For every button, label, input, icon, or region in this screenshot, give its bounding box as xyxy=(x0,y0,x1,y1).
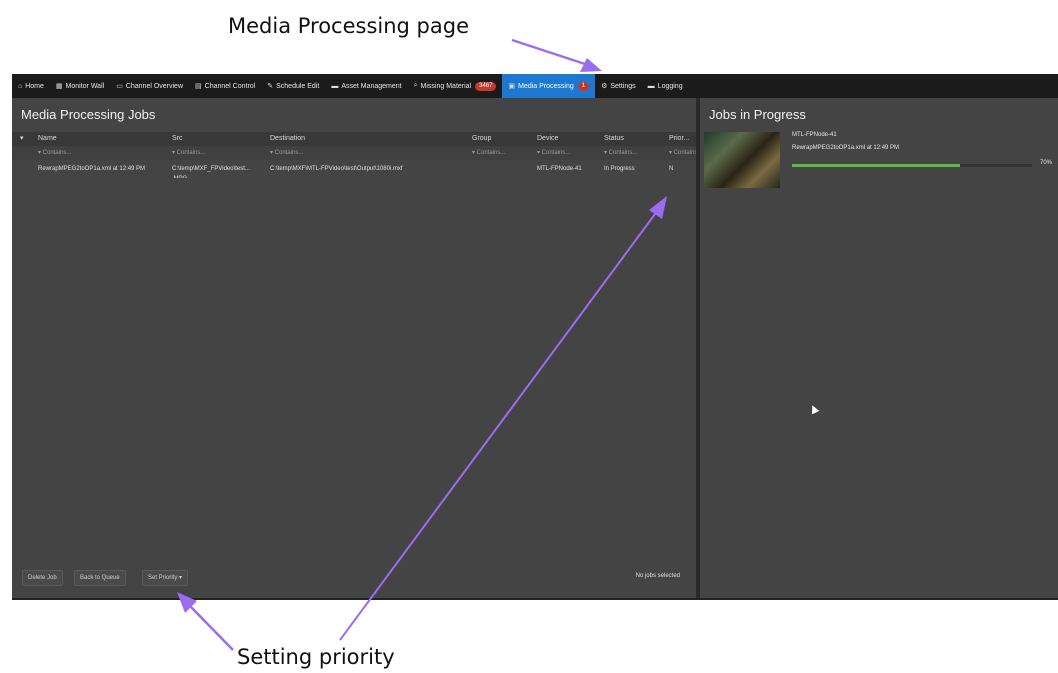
progress-bar-fill xyxy=(792,164,960,167)
callout-setting-priority: Setting priority xyxy=(237,645,395,669)
selection-status-text: No jobs selected xyxy=(635,573,680,579)
nav-item-schedule-edit[interactable]: ✎ Schedule Edit xyxy=(261,74,325,98)
progress-bar xyxy=(792,164,1032,167)
column-header-group[interactable]: Group xyxy=(472,132,491,146)
column-header-destination[interactable]: Destination xyxy=(270,132,305,146)
column-header-device[interactable]: Device xyxy=(537,132,558,146)
arrowhead-media-processing-tab xyxy=(580,58,602,72)
table-row[interactable]: RewrapMPEG2toOP1a.xml at 12:49 PM C:\tem… xyxy=(12,164,696,190)
mouse-cursor-icon xyxy=(808,403,820,415)
table-header: ▾ Name Src Destination Group Device Stat… xyxy=(12,132,696,146)
job-name-label: RewrapMPEG2toOP1a.xml at 12:49 PM xyxy=(792,145,900,151)
media-processing-jobs-panel: Media Processing Jobs ▾ Name Src Destina… xyxy=(12,98,696,598)
column-header-name[interactable]: Name xyxy=(38,132,57,146)
row-name-cell: RewrapMPEG2toOP1a.xml at 12:49 PM xyxy=(38,166,146,172)
row-status-cell: In Progress xyxy=(604,166,635,172)
nav-item-label: Logging xyxy=(657,82,683,90)
progress-percent-label: 70% xyxy=(1040,160,1053,166)
filter-src-input[interactable]: ▾ Contains... xyxy=(172,146,205,160)
nav-item-label: Missing Material xyxy=(420,82,472,90)
panel-title-in-progress: Jobs in Progress xyxy=(709,107,806,122)
column-header-priority[interactable]: Prior... xyxy=(669,132,689,146)
arrow-to-media-processing-tab xyxy=(511,38,589,67)
row-src-cell: C:\temp\MXF_FPVideo\test... .MPG xyxy=(172,166,250,178)
nav-item-channel-control[interactable]: ▤ Channel Control xyxy=(189,74,261,98)
schedule-edit-icon: ✎ xyxy=(267,83,274,90)
filter-group-input[interactable]: ▾ Contains... xyxy=(472,146,505,160)
media-processing-icon: ▣ xyxy=(508,83,516,90)
row-priority-cell: N xyxy=(669,166,674,172)
nav-item-label: Channel Overview xyxy=(125,82,184,90)
nav-item-channel-overview[interactable]: ▭ Channel Overview xyxy=(110,74,189,98)
panel-title-jobs: Media Processing Jobs xyxy=(21,107,156,122)
column-header-src[interactable]: Src xyxy=(172,132,183,146)
app-bottom-border xyxy=(12,598,1058,600)
nav-item-home[interactable]: ⌂ Home xyxy=(12,74,50,98)
nav-item-media-processing[interactable]: ▣ Media Processing 1 xyxy=(502,74,596,98)
nav-item-label: Schedule Edit xyxy=(276,82,320,90)
row-destination-cell: C:\temp\MXF\MTL-FPVideo\test\Output\1080… xyxy=(270,166,403,172)
filter-name-input[interactable]: ▾ Contains... xyxy=(38,146,71,160)
jobs-footer: Delete Job Back to Queue Set Priority ▾ … xyxy=(22,570,686,586)
nav-item-logging[interactable]: ▬ Logging xyxy=(642,74,689,98)
nav-item-settings[interactable]: ⚙ Settings xyxy=(595,74,642,98)
set-priority-button[interactable]: Set Priority ▾ xyxy=(142,570,189,586)
filter-row: ▾ Contains... ▾ Contains... ▾ Contains..… xyxy=(12,146,696,160)
job-node-label: MTL-FPNode-41 xyxy=(792,132,837,138)
delete-job-button[interactable]: Delete Job xyxy=(22,570,63,586)
top-navbar: ⌂ Home ▦ Monitor Wall ▭ Channel Overview ▤ Chan… xyxy=(12,74,1058,98)
filter-status-input[interactable]: ▾ Contains... xyxy=(604,146,637,160)
count-badge: 3467 xyxy=(475,81,497,91)
channel-control-icon: ▤ xyxy=(195,83,202,90)
jobs-in-progress-panel: Jobs in Progress MTL-FPNode-41 RewrapMPE… xyxy=(700,98,1058,598)
nav-item-label: Asset Management xyxy=(341,82,402,90)
back-to-queue-button[interactable]: Back to Queue xyxy=(74,570,126,586)
nav-item-monitor-wall[interactable]: ▦ Monitor Wall xyxy=(50,74,110,98)
filter-device-input[interactable]: ▾ Contains... xyxy=(537,146,570,160)
count-badge: 1 xyxy=(577,81,590,91)
gear-icon: ⚙ xyxy=(601,83,608,90)
callout-media-processing-page: Media Processing page xyxy=(228,14,470,38)
channel-overview-icon: ▭ xyxy=(116,83,123,90)
nav-item-asset-management[interactable]: ▬ Asset Management xyxy=(325,74,407,98)
row-group-cell xyxy=(472,164,532,178)
monitor-wall-icon: ▦ xyxy=(55,83,63,90)
logging-icon: ▬ xyxy=(647,82,655,90)
job-progress-card[interactable]: MTL-FPNode-41 RewrapMPEG2toOP1a.xml at 1… xyxy=(704,132,1054,190)
row-device-cell: MTL-FPNode-41 xyxy=(537,166,582,172)
sort-arrow-icon[interactable]: ▾ xyxy=(20,132,24,146)
home-icon: ⌂ xyxy=(18,82,23,90)
nav-item-label: Settings xyxy=(610,82,636,90)
nav-item-label: Home xyxy=(25,82,44,90)
folder-icon: ▬ xyxy=(331,82,339,90)
filter-destination-input[interactable]: ▾ Contains... xyxy=(270,146,303,160)
search-icon: ⌕ xyxy=(413,82,418,89)
nav-item-label: Channel Control xyxy=(204,82,256,90)
filter-priority-input[interactable]: ▾ Contains... xyxy=(669,146,696,160)
column-header-status[interactable]: Status xyxy=(604,132,624,146)
app-window: ⌂ Home ▦ Monitor Wall ▭ Channel Overview ▤ Chan… xyxy=(12,74,1058,600)
arrow-to-set-priority-button xyxy=(188,604,234,651)
nav-item-label: Media Processing xyxy=(518,82,574,90)
nav-item-label: Monitor Wall xyxy=(65,82,105,90)
job-thumbnail xyxy=(704,132,780,188)
nav-item-missing-material[interactable]: ⌕ Missing Material 3467 xyxy=(408,74,503,98)
